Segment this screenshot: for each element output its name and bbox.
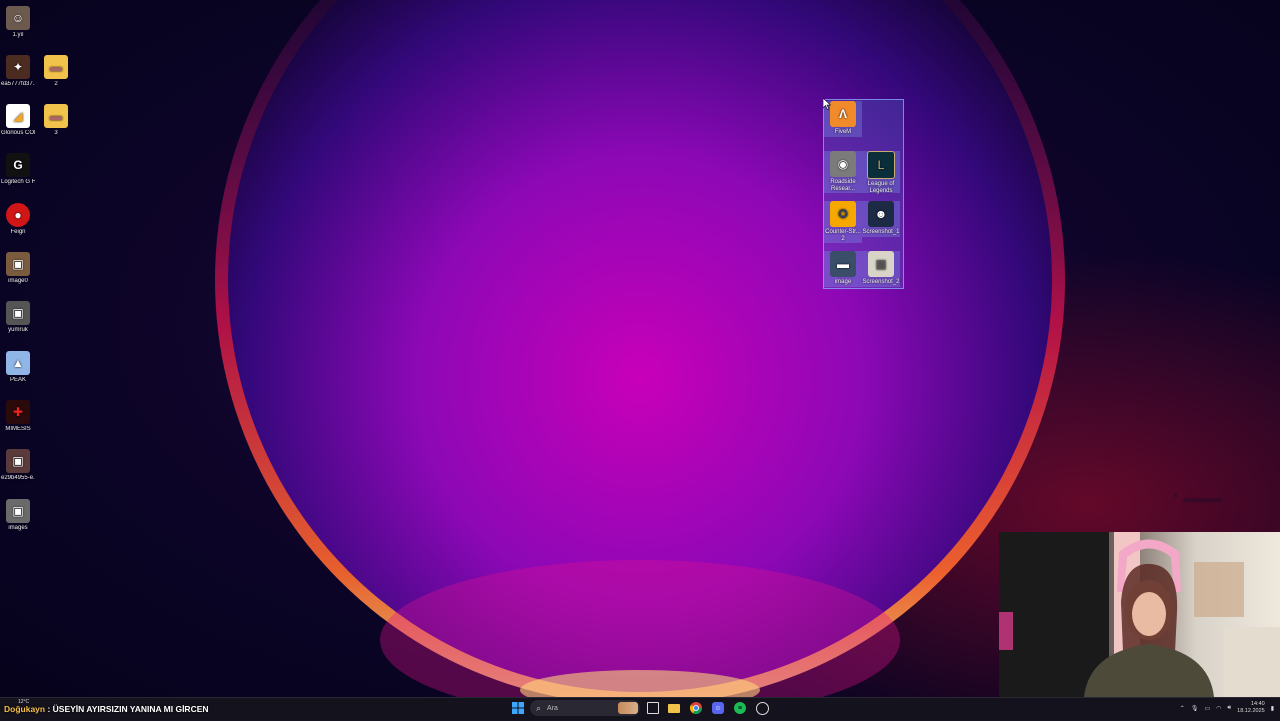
photo-icon: ▣	[6, 252, 30, 276]
ticker-message: ÜSEYİN AYIRSIZIN YANINA MI GİRCEN	[52, 704, 209, 714]
discord-icon: ☺	[712, 702, 724, 714]
logitech-icon: G	[6, 153, 30, 177]
obs-icon	[755, 701, 769, 715]
cs2-icon: ✪	[830, 201, 856, 227]
desktop-icon[interactable]: ☺ 1.yıl	[1, 6, 35, 39]
desktop-icon[interactable]: ✦ ea5777fd37...	[1, 55, 35, 88]
task-view-icon	[647, 702, 659, 714]
chevron-up-icon[interactable]: ⌃	[1180, 705, 1185, 712]
ticker-separator: :	[45, 704, 53, 714]
desktop-icon-selected[interactable]: ☻ Screenshot_1	[862, 201, 900, 237]
network-icon[interactable]: ▭	[1204, 705, 1210, 712]
folder-icon: ▬	[44, 104, 68, 128]
folder-icon: ▬	[44, 55, 68, 79]
search-icon: ⌕	[536, 702, 542, 713]
desktop-icon-selected[interactable]: ▦ Screenshot_2	[862, 251, 900, 287]
league-icon: L	[867, 151, 895, 179]
file-explorer-icon	[668, 703, 680, 713]
desktop-icon[interactable]: ✚ MIMESIS	[1, 400, 35, 433]
clock-time: 14:40	[1250, 701, 1265, 707]
desktop-icon[interactable]: ▬ 3	[39, 104, 73, 137]
chat-ticker-overlay: Doğukayn : ÜSEYİN AYIRSIZIN YANINA MI Gİ…	[4, 704, 209, 714]
obs-button[interactable]	[754, 700, 770, 716]
desktop-icon[interactable]: ▣ image0	[1, 252, 35, 285]
clock-date: 18.12.2025	[1237, 708, 1265, 714]
photo-icon: ▣	[6, 301, 30, 325]
desktop-icon[interactable]: ● Feign	[1, 203, 35, 236]
watermark-logo: ◖ ▂▂▂▂	[1172, 488, 1223, 502]
desktop-icon[interactable]: G Logitech G HUB	[1, 153, 35, 186]
photo-icon: ▬	[830, 251, 856, 277]
desktop-icon-selected[interactable]: ◉ Roadside Resear...	[824, 151, 862, 193]
photo-icon: ▣	[6, 449, 30, 473]
webcam-overlay	[999, 532, 1280, 697]
app-icon: ◢	[6, 104, 30, 128]
game-icon: ▲	[6, 351, 30, 375]
notification-icon[interactable]: ▮	[1271, 705, 1274, 712]
search-placeholder: Ara	[547, 704, 558, 712]
chrome-icon	[690, 702, 702, 714]
discord-button[interactable]: ☺	[710, 700, 726, 716]
game-icon: ◉	[830, 151, 856, 177]
desktop-icon[interactable]: ▲ PEAK	[1, 351, 35, 384]
desktop-icon[interactable]: ▣ yumruk	[1, 301, 35, 334]
fivem-icon: Λ	[830, 101, 856, 127]
desktop-icon[interactable]: ▬ 2	[39, 55, 73, 88]
widget-icon	[618, 702, 638, 714]
desktop-icon-selected[interactable]: L League of Legends	[862, 151, 900, 194]
photo-icon: ▣	[6, 499, 30, 523]
mouse-cursor-icon	[823, 98, 831, 110]
photo-icon: ☻	[868, 201, 894, 227]
volume-icon[interactable]: 🔊︎	[1227, 705, 1231, 712]
photo-icon: ✦	[6, 55, 30, 79]
spotify-button[interactable]: ≡	[732, 700, 748, 716]
microphone-icon[interactable]: 🎙︎	[1191, 705, 1199, 712]
desktop-icon-selected[interactable]: ▬ image	[824, 251, 862, 287]
spotify-icon: ≡	[734, 702, 746, 714]
system-tray: ⌃ 🎙︎ ▭ ◠ 🔊︎ 14:40 18.12.2025 ▮	[1180, 698, 1274, 718]
start-button[interactable]	[510, 700, 526, 716]
desktop-icon[interactable]: ▣ e29b4955-e...	[1, 449, 35, 482]
ticker-username: Doğukayn	[4, 704, 46, 714]
app-icon: ●	[6, 203, 30, 227]
file-explorer-button[interactable]	[666, 700, 682, 716]
webcam-streamer-image	[999, 532, 1280, 697]
clock[interactable]: 14:40 18.12.2025	[1237, 701, 1265, 715]
desktop-icon-selected[interactable]: ✪ Counter-Str... 2	[824, 201, 862, 243]
desktop-icon[interactable]: ▣ images	[1, 499, 35, 532]
start-icon	[512, 702, 524, 714]
desktop-icon[interactable]: ◢ Glorious CORE	[1, 104, 35, 137]
photo-icon: ▦	[868, 251, 894, 277]
game-icon: ✚	[6, 400, 30, 424]
wifi-icon[interactable]: ◠	[1216, 705, 1221, 712]
task-view-button[interactable]	[645, 700, 661, 716]
photo-icon: ☺	[6, 6, 30, 30]
widgets-button[interactable]	[617, 700, 639, 716]
chrome-button[interactable]	[688, 700, 704, 716]
